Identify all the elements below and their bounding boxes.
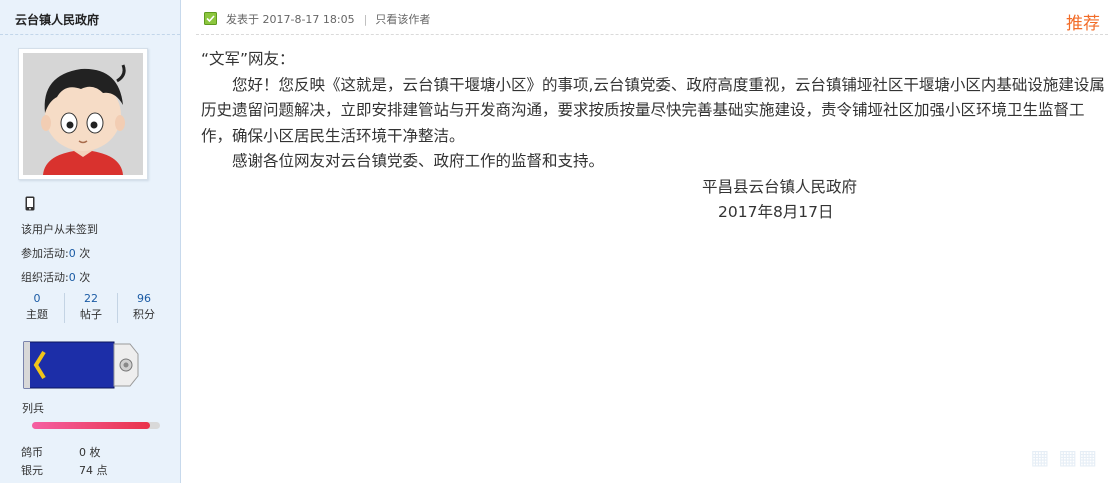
stat-threads[interactable]: 0 主题 <box>11 291 63 323</box>
activities-joined-label: 参加活动: <box>21 247 69 260</box>
stat-credits[interactable]: 96 积分 <box>118 291 170 323</box>
signature-date: 2017年8月17日 <box>718 203 834 221</box>
post-paragraph: 感谢各位网友对云台镇党委、政府工作的监督和支持。 <box>232 152 605 170</box>
activities-organized-unit: 次 <box>75 271 91 284</box>
sidebar-divider <box>0 34 180 35</box>
activities-joined-unit: 次 <box>75 247 91 260</box>
post-header-divider <box>196 34 1108 35</box>
stat-threads-value: 0 <box>33 292 41 305</box>
stat-posts-label: 帖子 <box>80 308 102 321</box>
avatar-image <box>23 53 143 175</box>
recommend-button[interactable]: 推荐 <box>1066 9 1100 34</box>
stat-credits-label: 积分 <box>133 308 155 321</box>
posted-prefix: 发表于 <box>226 13 259 26</box>
currency-label: 鸽币 <box>21 446 43 459</box>
activities-joined: 参加活动:0 次 <box>21 245 90 261</box>
stat-posts-value: 22 <box>84 292 98 305</box>
currency-label: 银元 <box>21 464 43 477</box>
phone-icon <box>25 196 35 211</box>
activities-organized: 组织活动:0 次 <box>21 269 90 285</box>
watermark: ▦ ▦▦ <box>1030 445 1098 469</box>
post-date: 2017-8-17 18:05 <box>262 13 355 26</box>
post-main: 发表于 2017-8-17 18:05 | 只看该作者 推荐 “文军”网友： 您好！… <box>182 0 1118 483</box>
post-status-icon <box>204 12 217 25</box>
post-greeting: “文军”网友： <box>201 50 295 68</box>
activities-organized-label: 组织活动: <box>21 271 69 284</box>
stat-posts[interactable]: 22 帖子 <box>65 291 117 323</box>
activities-joined-value[interactable]: 0 <box>69 247 76 260</box>
only-author-link[interactable]: 只看该作者 <box>375 13 430 26</box>
rank-progress-fill <box>32 422 150 429</box>
post-meta: 发表于 2017-8-17 18:05 | 只看该作者 <box>226 11 430 27</box>
stat-threads-label: 主题 <box>26 308 48 321</box>
rank-progress-bar <box>32 422 160 429</box>
currency-value: 0 枚 <box>79 446 101 459</box>
currency-row: 银元 74 点 <box>21 462 108 478</box>
signature-org: 平昌县云台镇人民政府 <box>702 177 858 196</box>
avatar[interactable] <box>18 48 148 180</box>
rank-name: 列兵 <box>22 402 44 415</box>
currency-row: 鸽币 0 枚 <box>21 444 101 460</box>
rank-badge-icon <box>23 341 139 389</box>
currency-value: 74 点 <box>79 464 108 477</box>
meta-separator: | <box>363 13 368 26</box>
post-paragraph: 您好！您反映《这就是，云台镇干堰塘小区》的事项,云台镇党委、政府高度重视，云台镇… <box>201 75 1105 145</box>
activities-organized-value[interactable]: 0 <box>69 271 76 284</box>
stat-credits-value: 96 <box>137 292 151 305</box>
author-sidebar: 云台镇人民政府 该用户从未签到 参加活动:0 次 组织活动:0 次 0 主题 2… <box>0 0 181 483</box>
signin-status: 该用户从未签到 <box>21 223 98 236</box>
author-name[interactable]: 云台镇人民政府 <box>15 11 99 28</box>
post-body: “文军”网友： 您好！您反映《这就是，云台镇干堰塘小区》的事项,云台镇党委、政府… <box>201 47 1105 226</box>
author-stats: 0 主题 22 帖子 96 积分 <box>10 291 168 327</box>
